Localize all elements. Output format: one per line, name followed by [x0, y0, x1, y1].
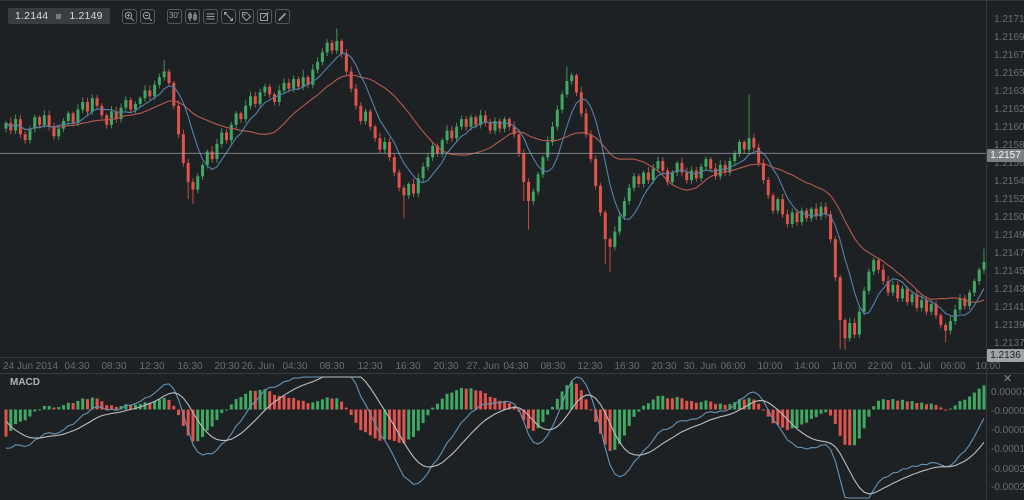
ask-price: 1.2149 — [69, 10, 102, 22]
time-axis-label: 04:30 — [282, 361, 307, 372]
price-axis-label: 1.2145 — [994, 266, 1024, 277]
macd-close-icon[interactable]: ✕ — [1003, 374, 1012, 385]
macd-axis-label: -0.00001 — [991, 406, 1024, 417]
price-axis-label: 1.2165 — [994, 68, 1024, 79]
time-axis-label: 27. Jun — [467, 361, 500, 372]
tag-icon — [241, 11, 252, 22]
zoom-in-button[interactable] — [122, 9, 137, 24]
price-axis-label: 1.2143 — [994, 284, 1024, 295]
expand-icon — [223, 11, 234, 22]
time-axis-label: 16:30 — [395, 361, 420, 372]
chart-toolbar: 1.2144 1.2149 30′ — [8, 7, 290, 25]
trading-chart-window: 1.2144 1.2149 30′ — [0, 0, 1024, 500]
edit-chart-icon — [259, 11, 270, 22]
zoom-out-button[interactable] — [140, 9, 155, 24]
time-axis-label: 18:00 — [831, 361, 856, 372]
pencil-icon — [277, 11, 288, 22]
price-axis-label: 1.2150 — [994, 212, 1024, 223]
expand-button[interactable] — [221, 9, 236, 24]
quote-box[interactable]: 1.2144 1.2149 — [8, 8, 110, 24]
time-axis-label: 14:00 — [794, 361, 819, 372]
edit-button[interactable] — [257, 9, 272, 24]
price-axis-label: 1.2163 — [994, 86, 1024, 97]
price-axis-label: 1.2160 — [994, 122, 1024, 133]
timeframe-label: 30′ — [169, 12, 179, 20]
bid-price: 1.2144 — [15, 10, 48, 22]
price-line-tag: 1.2157 — [987, 149, 1024, 162]
macd-axis-label: -0.00029 — [991, 482, 1024, 493]
time-axis-label: 12:30 — [357, 361, 382, 372]
price-axis-label: 1.2147 — [994, 248, 1024, 259]
price-axis-label: 1.2141 — [994, 302, 1024, 313]
price-axis-label: 1.2169 — [994, 32, 1024, 43]
price-axis-label: 1.2167 — [994, 50, 1024, 61]
time-axis-label: 01. Jul — [901, 361, 930, 372]
time-axis-label: 24 Jun 2014 — [3, 361, 58, 372]
time-axis-label: 12:30 — [577, 361, 602, 372]
price-axis-label: 1.2162 — [994, 104, 1024, 115]
tag-button[interactable] — [239, 9, 254, 24]
candlestick-chart-icon — [187, 11, 198, 22]
time-axis-label: 08:30 — [101, 361, 126, 372]
time-axis-label: 20:30 — [651, 361, 676, 372]
zoom-in-icon — [124, 11, 135, 22]
spread-indicator-icon — [56, 14, 61, 19]
time-axis-label: 20:30 — [214, 361, 239, 372]
price-axis-label: 1.2139 — [994, 320, 1024, 331]
time-axis-label: 10:00 — [975, 361, 1000, 372]
chart-canvas[interactable] — [0, 0, 1024, 500]
price-axis-label: 1.2171 — [994, 14, 1024, 25]
time-axis-label: 30. Jun — [684, 361, 717, 372]
macd-axis-label: -0.00022 — [991, 464, 1024, 475]
time-axis-label: 12:30 — [139, 361, 164, 372]
timeframe-button[interactable]: 30′ — [167, 9, 182, 24]
price-axis-label: 1.2149 — [994, 230, 1024, 241]
indicators-list-icon — [205, 11, 216, 22]
macd-axis-label: 0.00007 — [991, 387, 1024, 398]
zoom-out-icon — [142, 11, 153, 22]
time-axis-label: 04:30 — [503, 361, 528, 372]
time-axis-label: 10:00 — [757, 361, 782, 372]
last-price-tag: 1.2136 — [987, 349, 1024, 362]
time-axis-label: 06:00 — [720, 361, 745, 372]
time-axis-label: 08:30 — [540, 361, 565, 372]
time-axis-label: 22:00 — [867, 361, 892, 372]
price-axis-label: 1.2154 — [994, 176, 1024, 187]
time-axis-label: 26. Jun — [242, 361, 275, 372]
macd-indicator-label: MACD — [10, 377, 40, 388]
time-axis-label: 04:30 — [64, 361, 89, 372]
macd-axis-label: -0.00015 — [991, 444, 1024, 455]
price-axis-label: 1.2137 — [994, 338, 1024, 349]
price-axis-label: 1.2152 — [994, 194, 1024, 205]
chart-type-button[interactable] — [185, 9, 200, 24]
time-axis-label: 16:30 — [614, 361, 639, 372]
time-axis-label: 16:30 — [177, 361, 202, 372]
indicators-button[interactable] — [203, 9, 218, 24]
time-axis-label: 06:00 — [940, 361, 965, 372]
time-axis-label: 20:30 — [433, 361, 458, 372]
time-axis-label: 08:30 — [319, 361, 344, 372]
macd-axis-label: -0.00008 — [991, 425, 1024, 436]
draw-button[interactable] — [275, 9, 290, 24]
